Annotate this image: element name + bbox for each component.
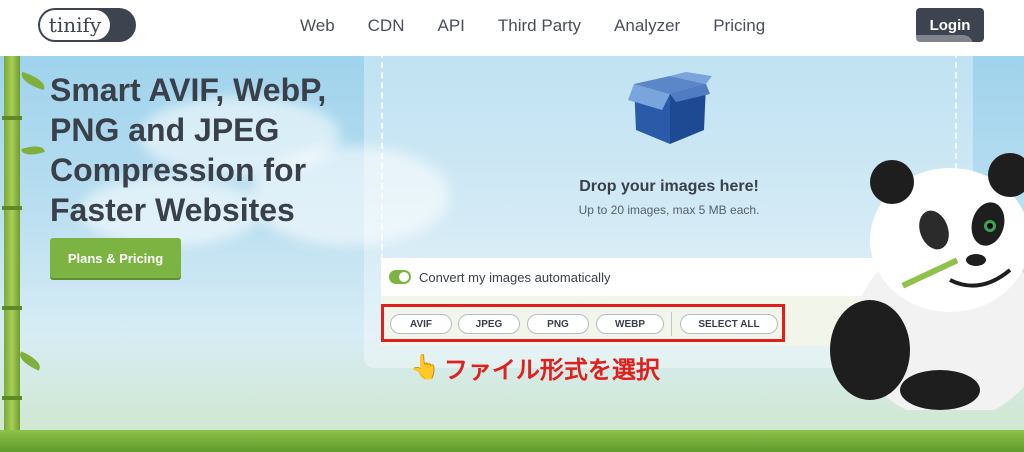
hero-headline: Smart AVIF, WebP, PNG and JPEG Compressi… [50,72,327,228]
bamboo-leaf [21,143,45,158]
bamboo-leaf [17,351,43,371]
box-icon [628,72,712,144]
convert-label: Convert my images automatically [419,269,611,285]
nav-item-web[interactable]: Web [300,14,335,38]
panda-mascot [830,153,1024,410]
annotation: 👆 ファイル形式を選択 [410,350,660,385]
bamboo-leaf [19,71,47,91]
bamboo-stalk [2,56,22,452]
annotation-text: ファイル形式を選択 [443,357,660,384]
grass-decoration [0,430,1024,452]
tinify-logo[interactable]: tinify [38,8,136,42]
pointing-hand-icon: 👆 [410,354,440,381]
convert-toggle[interactable] [389,270,411,284]
plans-pricing-button[interactable]: Plans & Pricing [50,238,181,278]
highlight-box [381,304,785,342]
logo-text: tinify [40,10,110,40]
